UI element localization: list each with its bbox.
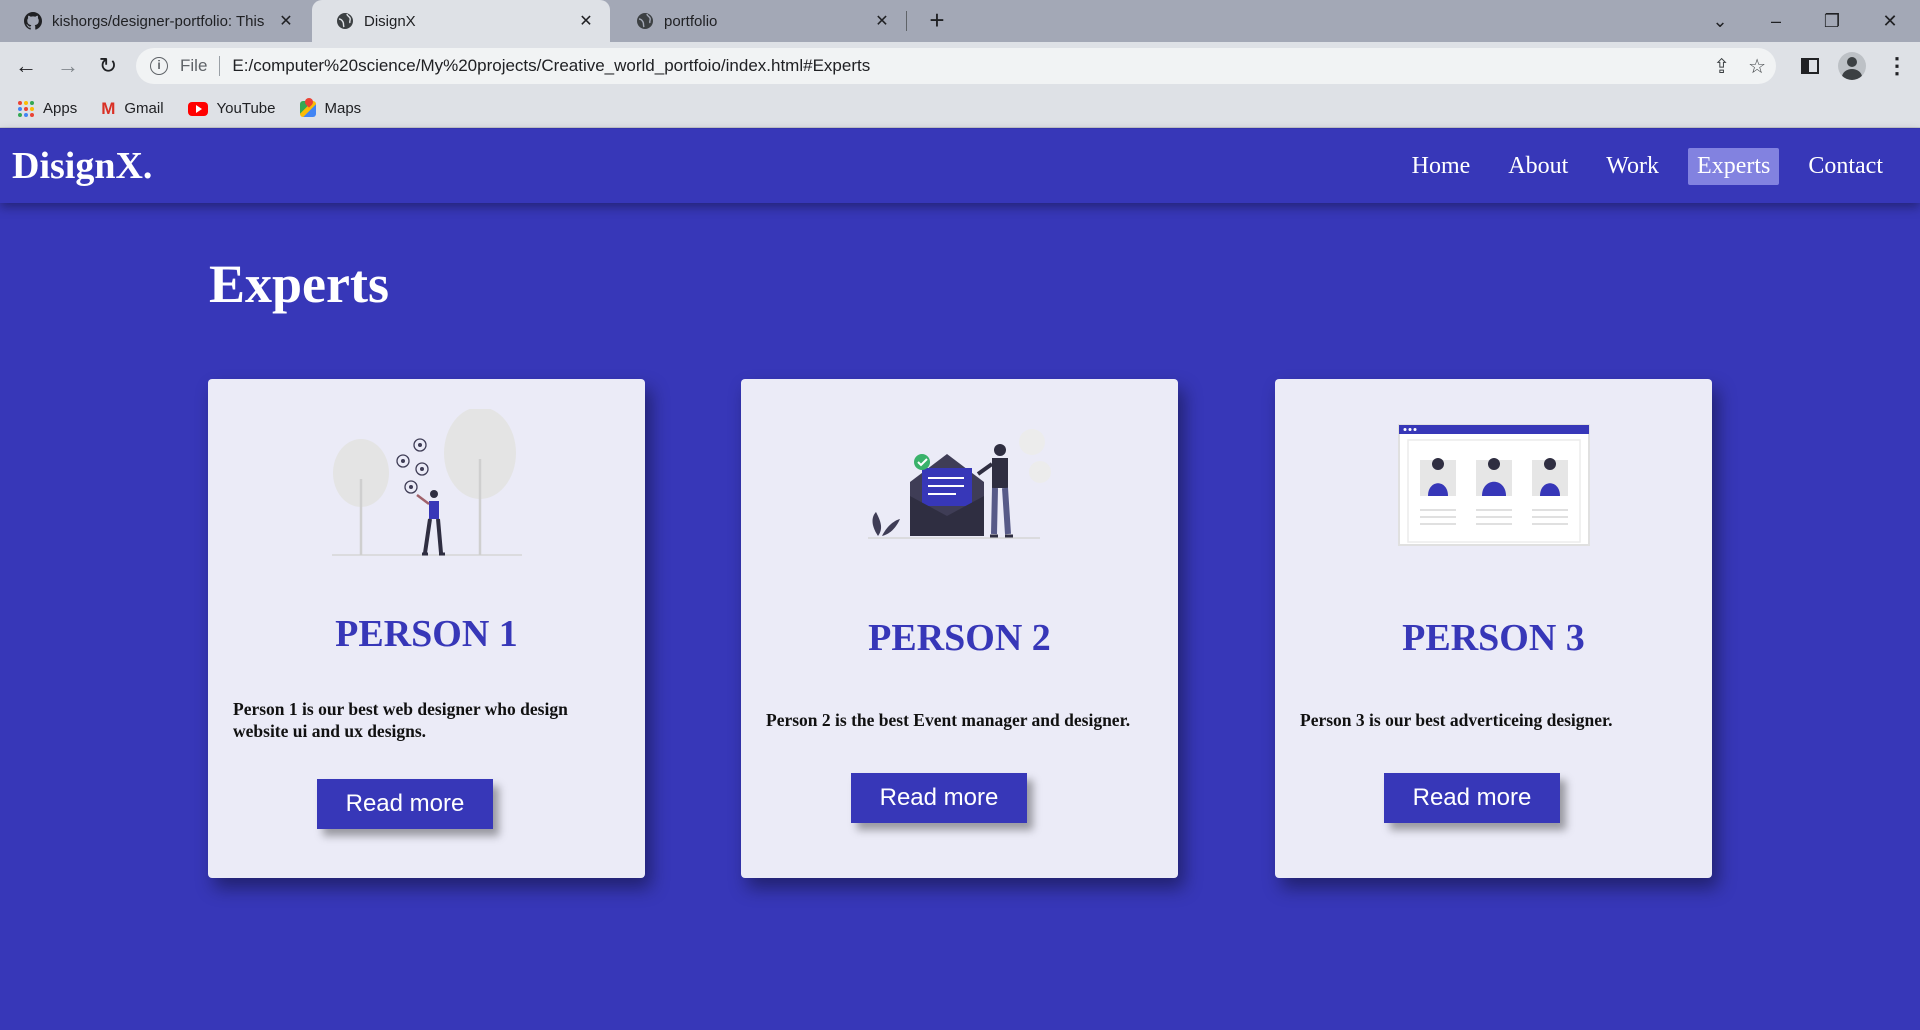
bookmark-youtube[interactable]: YouTube [187, 100, 276, 117]
expert-card-1: PERSON 1 Person 1 is our best web design… [208, 379, 645, 878]
nav-home[interactable]: Home [1403, 148, 1480, 185]
site-header: DisignX. Home About Work Experts Contact [0, 129, 1920, 203]
address-scheme-label: File [180, 56, 208, 75]
read-more-button[interactable]: Read more [1384, 773, 1560, 823]
address-url[interactable]: E:/computer%20science/My%20projects/Crea… [232, 56, 870, 76]
address-bar[interactable]: i File E:/computer%20science/My%20projec… [136, 48, 1776, 84]
browser-tab-github[interactable]: kishorgs/designer-portfolio: This ✕ [0, 0, 310, 42]
profile-avatar-icon[interactable] [1838, 50, 1866, 82]
browser-tab-portfolio[interactable]: portfolio ✕ [612, 0, 906, 42]
expert-card-3: PERSON 3 Person 3 is our best adverticei… [1275, 379, 1712, 878]
new-tab-icon[interactable]: + [922, 6, 952, 36]
read-more-button[interactable]: Read more [317, 779, 493, 829]
site-logo[interactable]: DisignX. [12, 144, 152, 188]
menu-kebab-icon[interactable]: ⋮ [1886, 50, 1908, 82]
expert-name: PERSON 3 [1402, 617, 1585, 659]
forward-icon[interactable]: → [52, 50, 84, 82]
browser-tab-strip: kishorgs/designer-portfolio: This ✕ Disi… [0, 0, 1920, 42]
social-media-illustration [208, 409, 645, 559]
bookmarks-bar: Apps M Gmail YouTube Maps [0, 90, 1920, 128]
share-icon[interactable]: ⇪ [1713, 54, 1730, 79]
gmail-icon: M [101, 98, 116, 118]
globe-icon [337, 13, 353, 29]
maps-icon [299, 100, 316, 117]
close-icon[interactable]: ✕ [872, 11, 892, 31]
nav-experts[interactable]: Experts [1688, 147, 1780, 185]
bookmark-maps[interactable]: Maps [299, 100, 362, 117]
nav-about[interactable]: About [1499, 148, 1577, 185]
youtube-icon [187, 101, 208, 116]
team-profiles-illustration [1275, 424, 1712, 546]
bookmark-label: Gmail [124, 100, 164, 117]
tab-separator [906, 11, 907, 31]
expert-description: Person 2 is the best Event manager and d… [766, 710, 1131, 730]
bookmark-apps[interactable]: Apps [18, 100, 77, 117]
window-close-icon[interactable]: ✕ [1870, 6, 1910, 36]
info-icon[interactable]: i [150, 57, 168, 75]
bookmark-star-icon[interactable]: ☆ [1748, 54, 1766, 79]
expert-description: Person 3 is our best adverticeing design… [1300, 710, 1613, 730]
address-divider [219, 56, 221, 76]
read-more-button[interactable]: Read more [851, 773, 1027, 823]
tab-title: DisignX [364, 12, 416, 30]
side-panel-icon[interactable] [1800, 50, 1820, 82]
expert-name: PERSON 2 [868, 617, 1051, 659]
expert-card-2: PERSON 2 Person 2 is the best Event mana… [741, 379, 1178, 878]
site-nav: Home About Work Experts Contact [1403, 147, 1892, 185]
tab-title: portfolio [664, 12, 718, 30]
globe-icon [637, 13, 653, 29]
bookmark-label: Apps [43, 100, 78, 117]
close-icon[interactable]: ✕ [576, 11, 596, 31]
bookmark-label: Maps [324, 100, 362, 117]
nav-contact[interactable]: Contact [1799, 148, 1892, 185]
restore-icon[interactable]: ❐ [1812, 6, 1852, 36]
minimize-icon[interactable]: – [1756, 6, 1796, 36]
tab-title: kishorgs/designer-portfolio: This [52, 12, 265, 30]
back-icon[interactable]: ← [10, 50, 42, 82]
browser-toolbar: ← → ↻ i File E:/computer%20science/My%20… [0, 42, 1920, 90]
bookmark-label: YouTube [216, 100, 276, 117]
nav-work[interactable]: Work [1597, 148, 1668, 185]
envelope-mail-illustration [741, 424, 1178, 544]
reload-icon[interactable]: ↻ [92, 50, 124, 82]
bookmark-gmail[interactable]: M Gmail [101, 99, 163, 119]
browser-tab-disignx[interactable]: DisignX ✕ [312, 0, 610, 42]
section-title: Experts [209, 254, 389, 314]
apps-grid-icon [18, 100, 34, 117]
close-icon[interactable]: ✕ [276, 11, 296, 31]
address-actions: ⇪ ☆ [1713, 48, 1766, 84]
expert-description: Person 1 is our best web designer who de… [233, 699, 568, 741]
tab-search-chevron-icon[interactable]: ⌄ [1700, 6, 1740, 36]
expert-name: PERSON 1 [335, 613, 518, 655]
github-icon [24, 12, 42, 30]
